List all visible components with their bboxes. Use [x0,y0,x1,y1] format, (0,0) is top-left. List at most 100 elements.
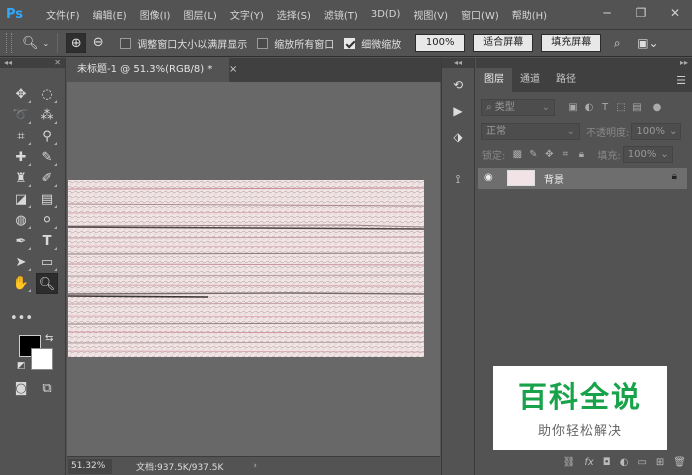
history-panel-icon[interactable]: ⟲ [446,74,470,96]
pen-tool-icon[interactable]: ✒ [10,231,32,252]
add-mask-icon[interactable]: ◘ [603,457,611,468]
layer-row-background[interactable]: ◉ 背景 🔒︎ [478,168,687,189]
tool-preset-picker[interactable]: 🔍︎ ⌄ [22,36,49,51]
path-selection-tool-icon[interactable]: ➤ [10,252,32,273]
canvas-area[interactable] [67,82,440,456]
fx-icon[interactable]: fx [584,457,593,468]
restore-icon[interactable]: ❐ [632,4,650,22]
menu-edit[interactable]: 编辑(E) [93,7,127,22]
close-icon[interactable]: ✕ [666,4,684,22]
menu-layer[interactable]: 图层(L) [183,7,216,22]
zoom-in-button[interactable]: ⊕ [66,33,87,53]
layers-panel-header[interactable]: ▸▸ [476,58,692,68]
menu-image[interactable]: 图像(I) [140,7,171,22]
workspace-icon[interactable]: ▣⌄ [637,34,658,52]
chevron-down-icon: ⌄ [42,38,50,48]
magic-wand-tool-icon[interactable]: ⁂ [36,105,58,126]
minimize-icon[interactable]: ─ [598,4,616,22]
brush-tool-icon[interactable]: ✎ [36,147,58,168]
pixel-filter-icon[interactable]: ▣ [565,102,581,113]
3d-panel-icon[interactable]: ⬗ [446,126,470,148]
menu-help[interactable]: 帮助(H) [512,7,547,22]
close-tab-icon[interactable]: × [229,58,241,82]
lock-artboard-icon[interactable]: ⌗ [557,149,573,160]
new-layer-icon[interactable]: ⊞ [656,457,664,468]
move-tool-icon[interactable]: ✥ [10,84,32,105]
photoshop-window: Ps 文件(F) 编辑(E) 图像(I) 图层(L) 文字(Y) 选择(S) 滤… [0,0,692,475]
actions-play-icon[interactable]: ▶ [446,100,470,122]
tab-paths[interactable]: 路径 [548,68,584,92]
watermark-badge: 百科全说 助你轻松解决 [493,366,667,450]
panel-menu-icon[interactable]: ☰ [676,74,686,87]
adjustment-filter-icon[interactable]: ◐ [581,102,597,113]
menu-type[interactable]: 文字(Y) [230,7,264,22]
smart-object-filter-icon[interactable]: ▤ [629,102,645,113]
fit-screen-button[interactable]: 适合屏幕 [473,34,534,52]
quick-mask-icon[interactable]: ◙ [10,378,32,399]
background-color-swatch[interactable] [31,348,53,370]
shape-filter-icon[interactable]: ⬚ [613,102,629,113]
blend-row: 正常 ⌄ 不透明度: 100% ⌄ [476,123,692,140]
zoom-percent-button[interactable]: 100% [415,34,466,52]
layers-tabs: 图层 通道 路径 ☰ [476,68,692,92]
search-icon[interactable]: ⌕ [607,34,627,52]
document-info[interactable]: 文档:937.5K/937.5K [136,460,223,473]
blend-mode-dropdown[interactable]: 正常 ⌄ [481,123,580,140]
eye-icon[interactable]: ◉ [484,172,493,183]
filter-toggle-icon[interactable]: ● [649,102,665,113]
history-brush-tool-icon[interactable]: ✐ [36,168,58,189]
resize-windows-checkbox[interactable]: 调整窗口大小以满屏显示 [120,36,247,51]
opacity-field[interactable]: 100% ⌄ [631,123,682,140]
fill-screen-button[interactable]: 填充屏幕 [541,34,602,52]
marquee-tool-icon[interactable]: ◌ [36,84,58,105]
type-tool-icon[interactable]: T [36,231,58,252]
delete-layer-icon[interactable]: 🗑︎ [673,457,686,468]
chevron-right-icon[interactable]: › [253,461,257,471]
layer-name[interactable]: 背景 [544,171,564,186]
filter-kind-dropdown[interactable]: ⌕ 类型 ⌄ [481,99,555,116]
toolbox-header[interactable]: ◂◂ ✕ [0,58,65,68]
panel-collapse-header[interactable]: ◂◂ [442,58,474,68]
lock-all-icon[interactable]: 🔒︎ [573,149,589,160]
screen-mode-icon[interactable]: ⧉ [36,378,58,399]
menu-select[interactable]: 选择(S) [277,7,311,22]
more-tools-icon[interactable]: ••• [10,308,33,329]
crop-tool-icon[interactable]: ⌗ [10,126,32,147]
zoom-out-button[interactable]: ⊖ [88,33,108,53]
paths-panel-icon[interactable]: ⟟ [446,168,470,190]
lock-transparency-icon[interactable]: ▩ [509,149,525,160]
document-canvas[interactable] [68,180,424,357]
lasso-tool-icon[interactable]: ➰ [10,105,32,126]
clone-stamp-tool-icon[interactable]: ♜ [10,168,32,189]
menu-window[interactable]: 窗口(W) [461,7,499,22]
eyedropper-tool-icon[interactable]: ⚲ [36,126,58,147]
adjustment-layer-icon[interactable]: ◐ [620,457,629,468]
type-filter-icon[interactable]: T [597,102,613,113]
rectangle-tool-icon[interactable]: ▭ [36,252,58,273]
zoom-tool-icon[interactable]: 🔍︎ [36,273,58,294]
options-grip[interactable] [6,33,12,53]
new-group-icon[interactable]: ▭ [637,457,646,468]
gradient-tool-icon[interactable]: ▤ [36,189,58,210]
menu-file[interactable]: 文件(F) [46,7,80,22]
healing-brush-tool-icon[interactable]: ✚ [10,147,32,168]
swap-colors-icon[interactable]: ⇆ [45,333,53,344]
scrubby-zoom-checkbox[interactable]: 细微缩放 [344,36,401,51]
blur-tool-icon[interactable]: ◍ [10,210,32,231]
tab-layers[interactable]: 图层 [476,68,512,92]
menu-filter[interactable]: 滤镜(T) [324,7,358,22]
dodge-tool-icon[interactable]: ⚪ [36,210,58,231]
lock-pixels-icon[interactable]: ✎ [525,149,541,160]
default-colors-icon[interactable]: ◩ [17,361,26,371]
menu-view[interactable]: 视图(V) [413,7,448,22]
zoom-level-field[interactable]: 51.32% [68,458,112,474]
eraser-tool-icon[interactable]: ◪ [10,189,32,210]
menu-3d[interactable]: 3D(D) [371,9,401,20]
hand-tool-icon[interactable]: ✋ [10,273,32,294]
document-tab[interactable]: 未标题-1 @ 51.3%(RGB/8) * [67,58,229,82]
tab-channels[interactable]: 通道 [512,68,548,92]
zoom-all-windows-checkbox[interactable]: 缩放所有窗口 [257,36,334,51]
fill-field[interactable]: 100% ⌄ [622,146,673,163]
link-layers-icon[interactable]: ⛓ [563,457,576,468]
lock-position-icon[interactable]: ✥ [541,149,557,160]
